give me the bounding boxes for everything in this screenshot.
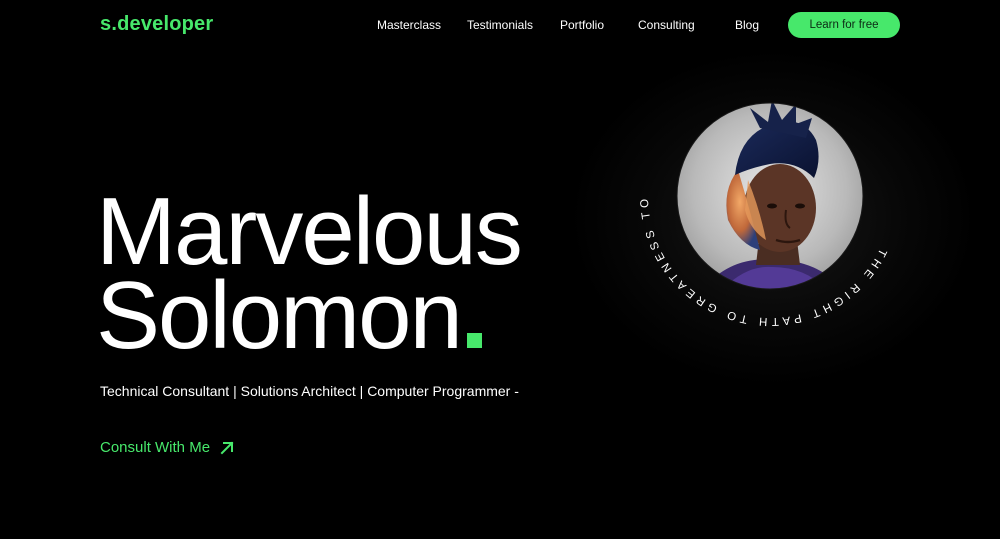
logo[interactable]: s.developer bbox=[100, 13, 213, 36]
nav-item-testimonials[interactable]: Testimonials bbox=[467, 18, 533, 32]
accent-dot bbox=[466, 333, 482, 348]
page: s.developer Masterclass Testimonials Por… bbox=[0, 0, 1000, 539]
consult-with-me-link[interactable]: Consult With Me bbox=[100, 439, 234, 456]
portrait-badge: THE RIGHT PATH TO GREATNESS TODAYDEVELOP… bbox=[600, 60, 884, 327]
nav-item-masterclass[interactable]: Masterclass bbox=[377, 18, 441, 32]
nav-item-blog[interactable]: Blog bbox=[735, 18, 759, 32]
learn-for-free-button[interactable]: Learn for free bbox=[788, 12, 900, 38]
arrow-up-right-icon bbox=[220, 441, 234, 454]
hero-name: Marvelous Solomon bbox=[96, 184, 523, 364]
hero-name-last: Solomon bbox=[96, 262, 463, 369]
hero-subtitle: Technical Consultant | Solutions Archite… bbox=[100, 383, 519, 399]
portrait-photo bbox=[677, 103, 863, 289]
nav-item-portfolio[interactable]: Portfolio bbox=[560, 18, 604, 32]
nav-item-consulting[interactable]: Consulting bbox=[638, 18, 695, 32]
consult-label: Consult With Me bbox=[100, 439, 211, 456]
